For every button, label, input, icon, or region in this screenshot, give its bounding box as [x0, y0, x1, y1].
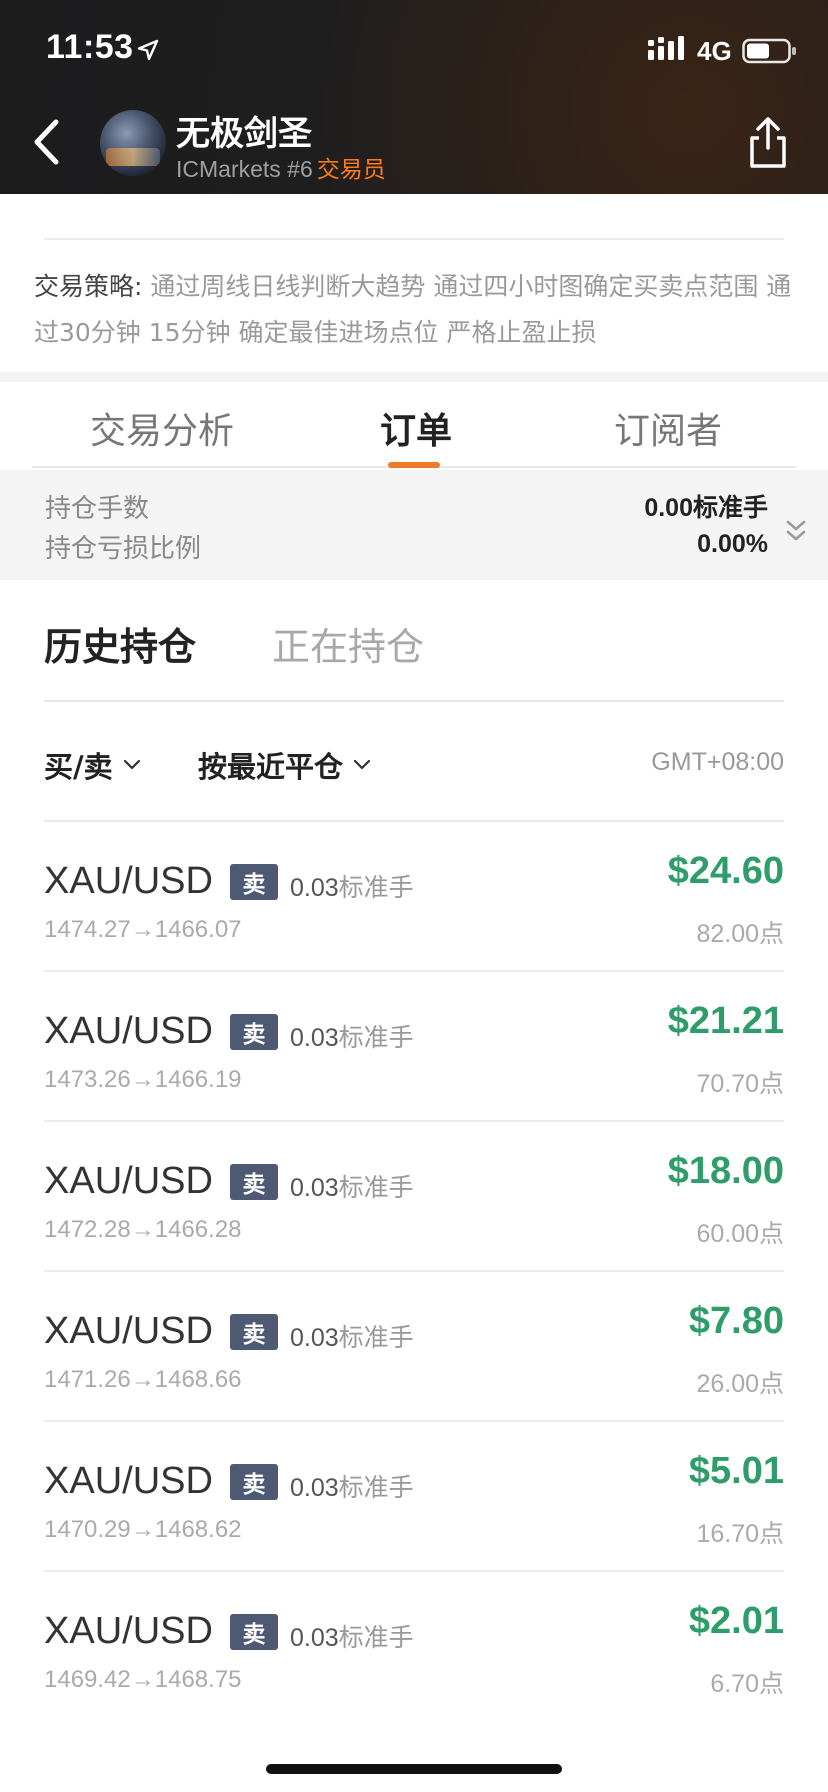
- order-profit: $18.00: [667, 1150, 784, 1192]
- trading-strategy: 交易策略: 通过周线日线判断大趋势 通过四小时图确定买卖点范围 通过30分钟 1…: [34, 264, 794, 356]
- order-row[interactable]: XAU/USD 卖 0.03标准手 1469.42→1468.75 $2.01 …: [44, 1572, 784, 1722]
- order-symbol: XAU/USD: [44, 1010, 213, 1052]
- sort-dropdown[interactable]: 按最近平仓: [198, 744, 371, 786]
- divider: [44, 700, 784, 702]
- order-points: 16.70点: [696, 1520, 784, 1548]
- order-symbol: XAU/USD: [44, 1160, 213, 1202]
- order-lots-unit: 标准手: [338, 1174, 414, 1202]
- order-row[interactable]: XAU/USD 卖 0.03标准手 1470.29→1468.62 $5.01 …: [44, 1422, 784, 1572]
- sell-badge: 卖: [230, 1614, 278, 1650]
- order-lots-value: 0.03: [290, 874, 339, 902]
- order-lots-value: 0.03: [290, 1024, 339, 1052]
- order-prices: 1473.26→1466.19: [44, 1066, 242, 1093]
- order-lots: 0.03标准手: [290, 1618, 414, 1654]
- order-row[interactable]: XAU/USD 卖 0.03标准手 1473.26→1466.19 $21.21…: [44, 972, 784, 1122]
- side-filter-label: 买/卖: [44, 750, 113, 784]
- trader-name: 无极剑圣: [176, 114, 312, 154]
- order-lots: 0.03标准手: [290, 1168, 414, 1204]
- order-profit: $7.80: [688, 1300, 784, 1342]
- order-profit: $21.21: [667, 1000, 784, 1042]
- strategy-text: 通过周线日线判断大趋势 通过四小时图确定买卖点范围 通过30分钟 15分钟 确定…: [34, 272, 792, 347]
- order-profit: $24.60: [667, 850, 784, 892]
- order-lots-value: 0.03: [290, 1474, 339, 1502]
- position-lots-label: 持仓手数: [45, 494, 150, 524]
- trader-subtitle: ICMarkets #6 交易员: [176, 150, 386, 184]
- order-lots-unit: 标准手: [338, 1324, 414, 1352]
- back-button[interactable]: [24, 112, 68, 172]
- role-label: 交易员: [316, 156, 386, 182]
- subtab-history-positions[interactable]: 历史持仓: [44, 616, 196, 671]
- double-chevron-down-icon[interactable]: [784, 516, 808, 546]
- order-profit: $5.01: [688, 1450, 784, 1492]
- order-lots: 0.03标准手: [290, 1318, 414, 1354]
- order-points: 60.00点: [696, 1220, 784, 1248]
- app-header: 11:53 4G 无极剑圣 ICMarkets #6 交易员: [0, 0, 828, 194]
- order-lots-unit: 标准手: [338, 1474, 414, 1502]
- tab-orders[interactable]: 订单: [380, 402, 452, 454]
- sort-label: 按最近平仓: [198, 750, 344, 784]
- order-lots: 0.03标准手: [290, 868, 414, 904]
- home-indicator[interactable]: [266, 1764, 562, 1774]
- order-symbol: XAU/USD: [44, 1460, 213, 1502]
- battery-icon: [742, 38, 796, 64]
- signal-icon: [648, 36, 684, 60]
- chevron-down-icon: [353, 759, 371, 770]
- subtab-open-positions[interactable]: 正在持仓: [272, 616, 424, 671]
- order-prices: 1470.29→1468.62: [44, 1516, 242, 1543]
- order-points: 6.70点: [710, 1670, 784, 1698]
- tab-trading-analysis[interactable]: 交易分析: [90, 402, 234, 454]
- chevron-down-icon: [123, 759, 140, 770]
- order-lots-value: 0.03: [290, 1324, 339, 1352]
- order-profit: $2.01: [688, 1600, 784, 1642]
- order-lots-unit: 标准手: [338, 1624, 414, 1652]
- section-gap: [0, 372, 828, 382]
- order-symbol: XAU/USD: [44, 1310, 213, 1352]
- order-prices: 1469.42→1468.75: [44, 1666, 242, 1693]
- sell-badge: 卖: [230, 1464, 278, 1500]
- sell-badge: 卖: [230, 1164, 278, 1200]
- strategy-label: 交易策略:: [34, 272, 143, 301]
- order-row[interactable]: XAU/USD 卖 0.03标准手 1472.28→1466.28 $18.00…: [44, 1122, 784, 1272]
- order-row[interactable]: XAU/USD 卖 0.03标准手 1471.26→1468.66 $7.80 …: [44, 1272, 784, 1422]
- order-lots: 0.03标准手: [290, 1018, 414, 1054]
- divider: [44, 238, 784, 240]
- sell-badge: 卖: [230, 1014, 278, 1050]
- loss-ratio-value: 0.00%: [697, 530, 768, 558]
- order-lots-unit: 标准手: [338, 874, 414, 902]
- side-filter-dropdown[interactable]: 买/卖: [44, 744, 141, 786]
- order-symbol: XAU/USD: [44, 860, 213, 902]
- sell-badge: 卖: [230, 1314, 278, 1350]
- status-time: 11:53: [46, 28, 134, 66]
- position-lots-value: 0.00标准手: [644, 494, 768, 522]
- share-icon[interactable]: [744, 116, 792, 170]
- position-summary: 持仓手数 0.00标准手 持仓亏损比例 0.00%: [0, 470, 828, 580]
- order-row[interactable]: XAU/USD 卖 0.03标准手 1474.27→1466.07 $24.60…: [44, 822, 784, 972]
- network-label: 4G: [697, 36, 732, 66]
- loss-ratio-label: 持仓亏损比例: [45, 534, 202, 564]
- order-lots-value: 0.03: [290, 1174, 339, 1202]
- active-tab-indicator: [388, 462, 440, 468]
- order-prices: 1474.27→1466.07: [44, 916, 242, 943]
- order-symbol: XAU/USD: [44, 1610, 213, 1652]
- order-lots: 0.03标准手: [290, 1468, 414, 1504]
- order-points: 82.00点: [696, 920, 784, 948]
- order-prices: 1472.28→1466.28: [44, 1216, 242, 1243]
- order-points: 70.70点: [696, 1070, 784, 1098]
- order-prices: 1471.26→1468.66: [44, 1366, 242, 1393]
- main-tabs: 交易分析 订单 订阅者: [32, 382, 796, 468]
- avatar[interactable]: [100, 110, 166, 176]
- location-arrow-icon: [137, 39, 159, 61]
- timezone-label: GMT+08:00: [651, 748, 784, 776]
- order-lots-value: 0.03: [290, 1624, 339, 1652]
- tab-subscribers[interactable]: 订阅者: [614, 402, 722, 454]
- chevron-left-icon: [34, 119, 59, 165]
- order-points: 26.00点: [696, 1370, 784, 1398]
- broker-label: ICMarkets #6: [176, 156, 313, 182]
- sell-badge: 卖: [230, 864, 278, 900]
- order-lots-unit: 标准手: [338, 1024, 414, 1052]
